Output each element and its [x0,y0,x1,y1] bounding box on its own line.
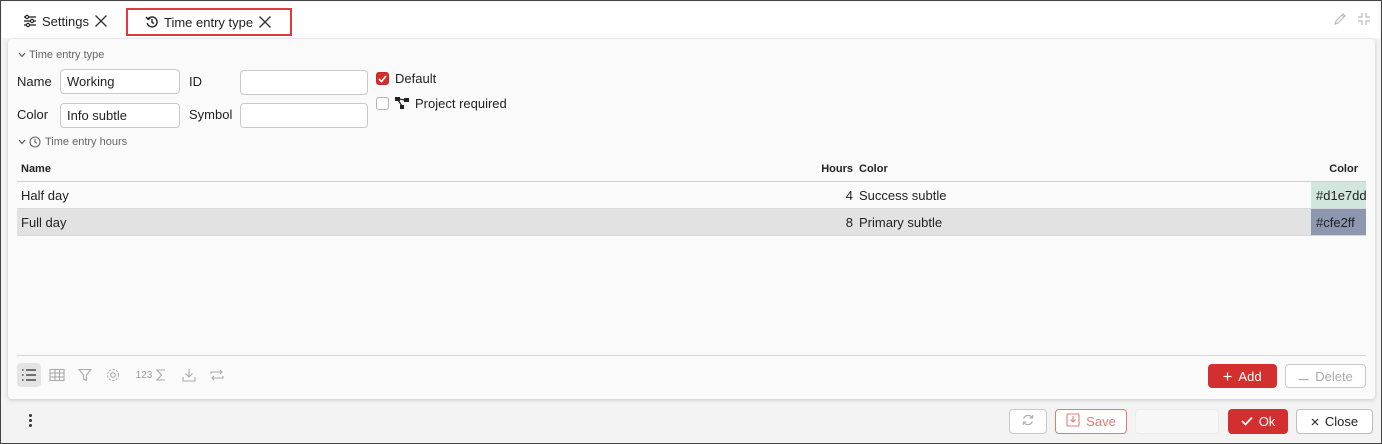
color-label: Color [17,107,49,122]
table-header: Name Hours Color Color [17,157,1366,182]
list-view-icon[interactable] [17,363,41,387]
close-button[interactable]: Close [1296,409,1373,434]
refresh-button[interactable] [1009,409,1047,434]
symbol-label: Symbol [189,107,233,122]
cell-color-swatch: #d1e7dd [1311,182,1366,208]
tab-settings-label: Settings [42,13,89,29]
repeat-icon[interactable] [205,363,229,387]
divider [17,355,1366,356]
cell-name: Half day [21,187,69,203]
sliders-icon [22,13,38,29]
tab-time-entry-type-label: Time entry type [164,14,254,30]
refresh-icon [1021,413,1035,430]
more-options-icon[interactable] [23,411,37,429]
close-button-label: Close [1324,414,1359,429]
delete-button[interactable]: Delete [1285,364,1366,388]
editor-card: Time entry type Name ID Color Symbol Def… [8,39,1375,399]
column-header-hours[interactable]: Hours [807,163,853,175]
section-time-entry-hours[interactable]: Time entry hours [17,136,127,148]
hours-table: Name Hours Color Color Half day 4 Succes… [17,157,1366,236]
add-button-label: Add [1238,368,1262,384]
clock-icon [29,136,41,148]
section-time-entry-type[interactable]: Time entry type [17,49,104,61]
download-icon[interactable] [177,363,201,387]
plus-icon [1223,369,1232,384]
history-icon [144,14,160,30]
section-title: Time entry hours [45,136,128,148]
project-required-checkbox[interactable] [376,97,389,110]
project-required-row[interactable]: Project required [376,96,507,111]
id-field[interactable] [240,70,368,95]
sum-icon[interactable]: 123 [129,363,173,387]
cell-color: Primary subtle [859,214,943,230]
gear-icon[interactable] [101,363,125,387]
close-icon[interactable] [257,14,273,30]
chevron-down-icon [17,137,27,147]
column-header-color[interactable]: Color [853,163,1311,175]
cell-hours: 4 [845,187,853,203]
check-icon [1241,414,1253,429]
default-label: Default [395,71,437,86]
tab-strip: Settings Time entry type [2,2,1380,38]
ok-button-label: Ok [1258,414,1276,429]
cell-name: Full day [21,214,67,230]
name-field[interactable] [60,69,180,94]
chevron-down-icon [17,50,27,60]
grid-toolbar: 123 [17,363,229,387]
section-title: Time entry type [29,49,105,61]
table-row[interactable]: Half day 4 Success subtle #d1e7dd [17,182,1366,209]
close-icon [1311,414,1319,429]
cell-hours: 8 [845,214,853,230]
symbol-field[interactable] [240,103,368,128]
table-row[interactable]: Full day 8 Primary subtle #cfe2ff [17,209,1366,236]
collapse-icon[interactable] [1356,11,1372,27]
column-header-name[interactable]: Name [17,163,807,175]
save-button-label: Save [1086,414,1116,429]
save-button[interactable]: Save [1055,409,1127,434]
pencil-icon[interactable] [1332,11,1348,27]
filter-icon[interactable] [73,363,97,387]
cell-color: Success subtle [859,187,947,203]
table-view-icon[interactable] [45,363,69,387]
save-icon [1066,413,1080,430]
app-window: Settings Time entry type Time entry type… [0,0,1382,444]
column-header-color-value[interactable]: Color [1311,157,1366,181]
tab-strip-tools [1332,11,1372,27]
close-icon[interactable] [93,13,109,29]
id-label: ID [189,74,202,89]
cell-color-swatch: #cfe2ff [1311,209,1366,235]
default-checkbox[interactable] [376,72,389,85]
name-label: Name [17,74,52,89]
add-button[interactable]: Add [1208,364,1277,388]
tab-time-entry-type[interactable]: Time entry type [126,8,292,36]
delete-button-label: Delete [1315,368,1353,384]
sum-label: 123 [135,369,153,381]
color-field[interactable] [60,103,180,128]
blank-button [1135,409,1219,434]
default-checkbox-row[interactable]: Default [376,71,436,86]
ok-button[interactable]: Ok [1228,409,1288,434]
minus-icon [1298,369,1309,384]
project-required-label: Project required [415,96,507,111]
project-tree-icon [395,96,409,111]
tab-settings[interactable]: Settings [22,7,109,35]
